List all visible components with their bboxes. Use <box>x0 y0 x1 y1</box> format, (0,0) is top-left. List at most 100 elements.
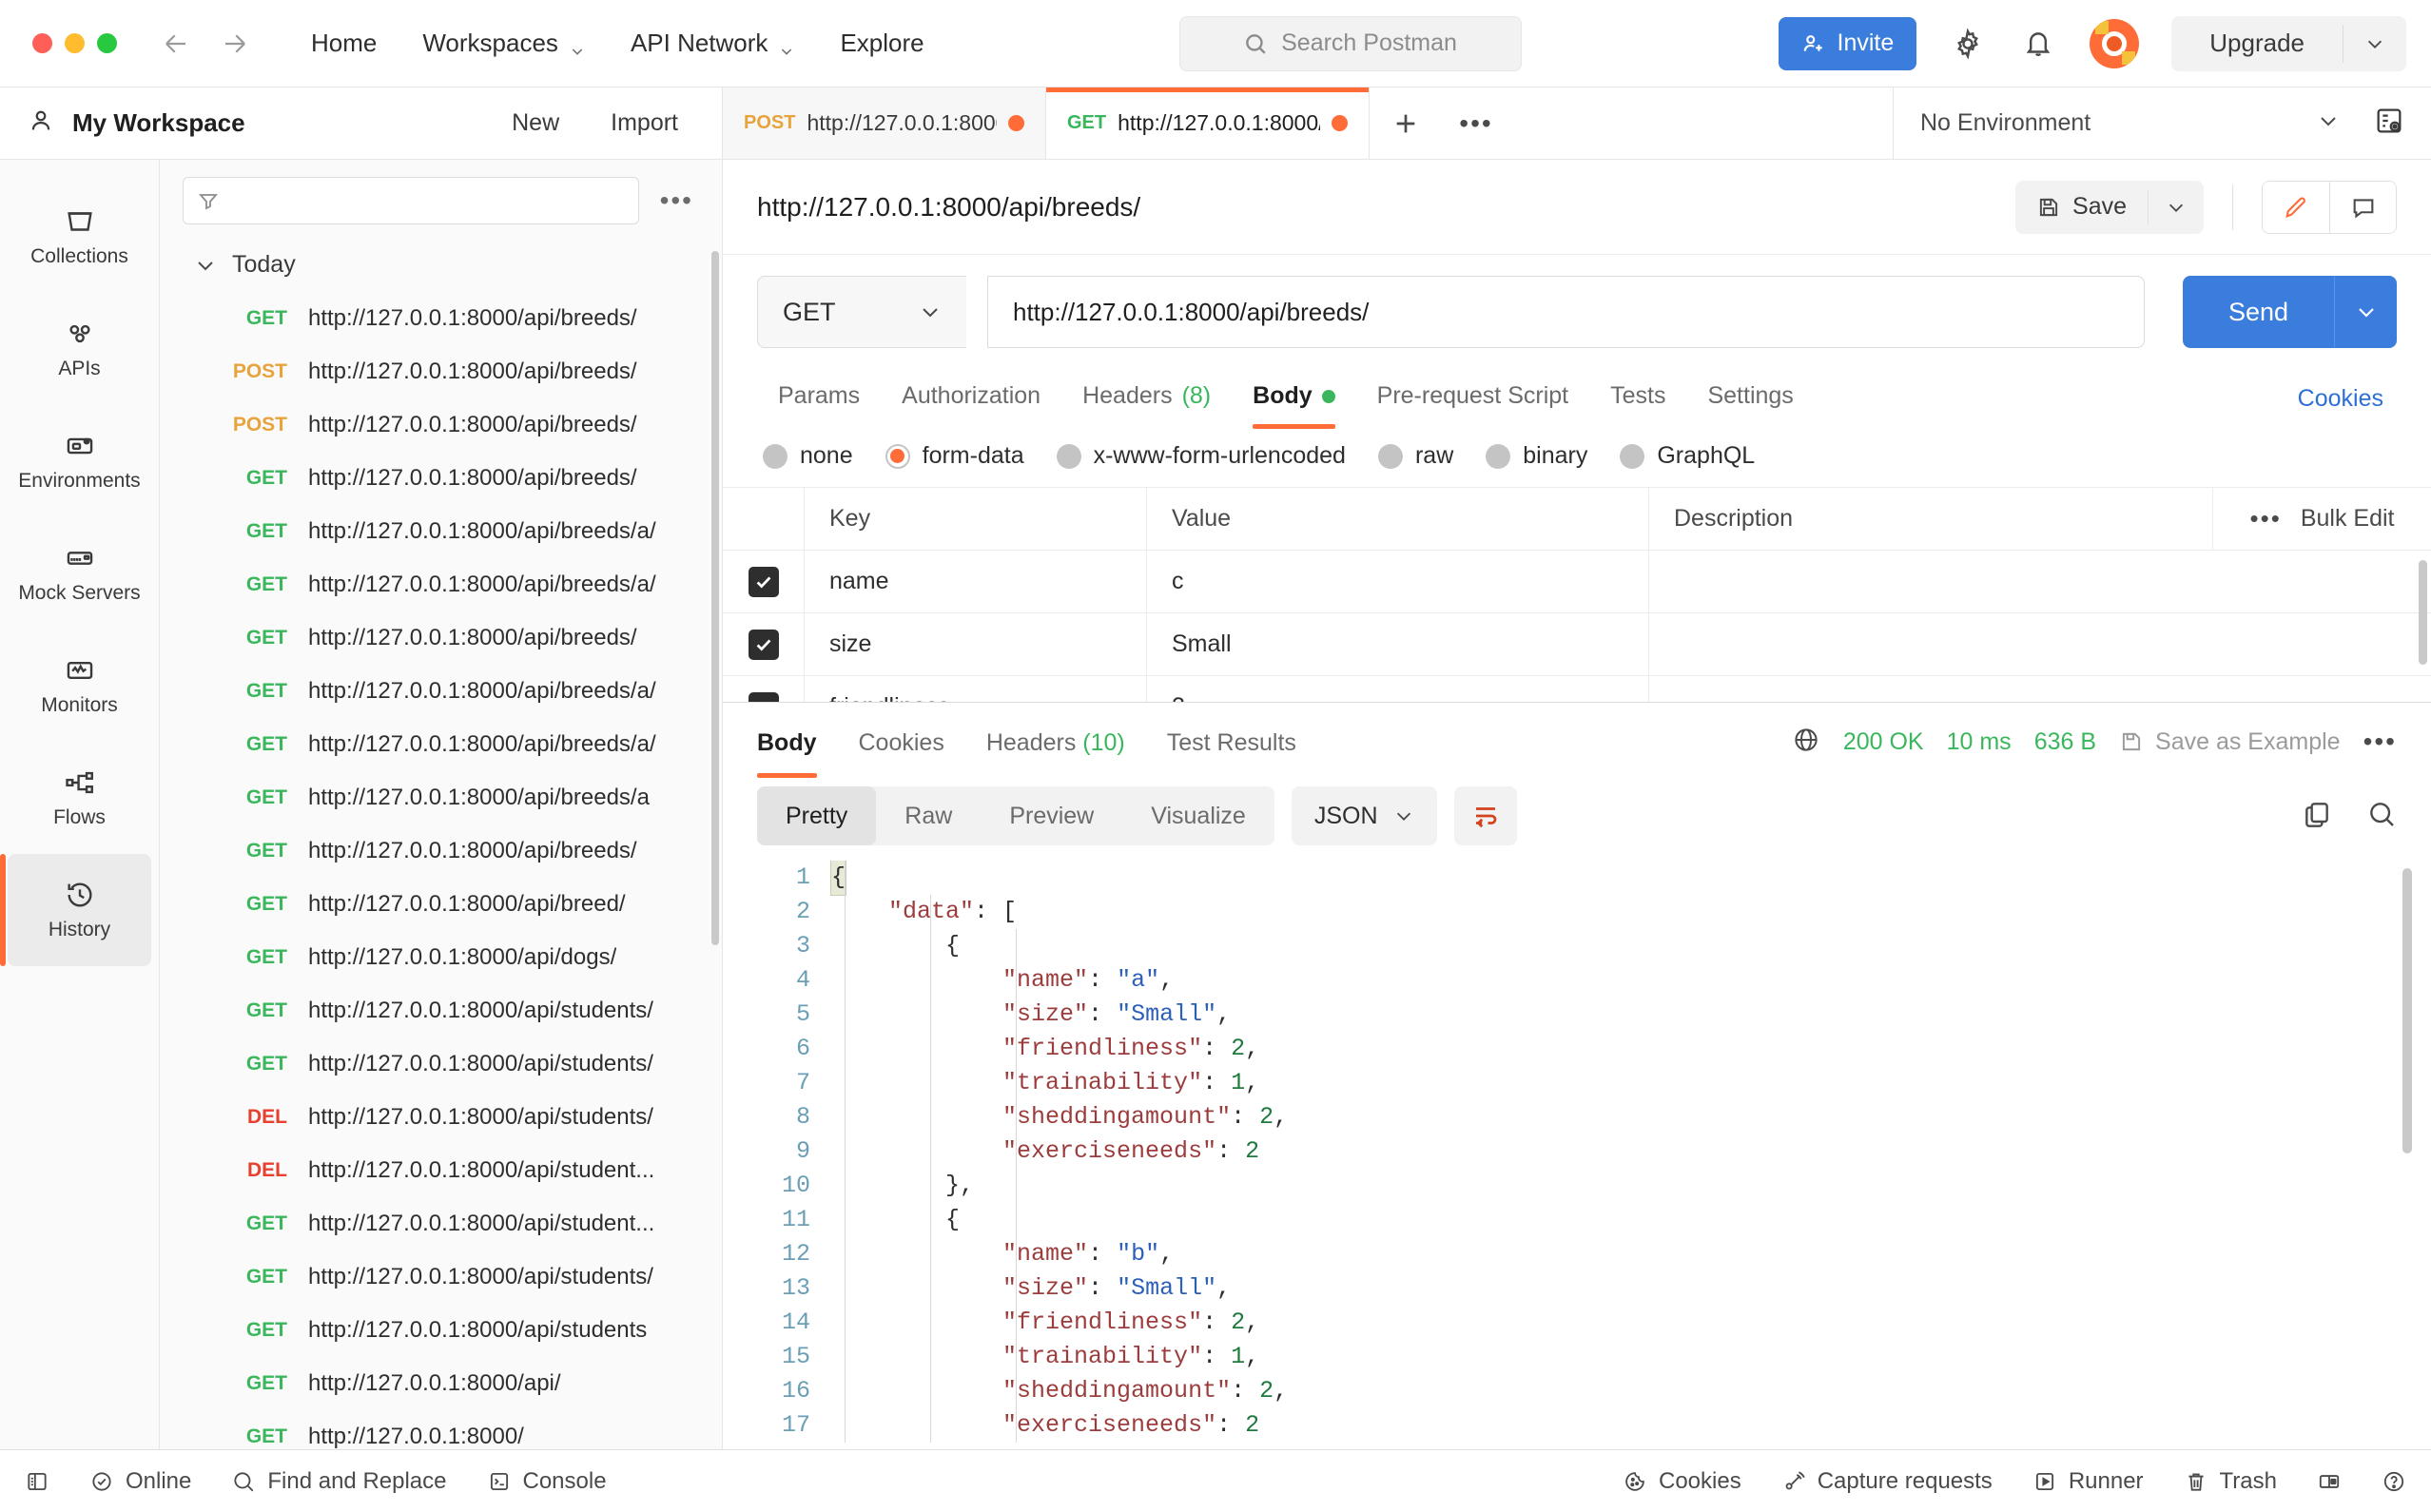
cookies-link[interactable]: Cookies <box>2298 385 2397 413</box>
cookies-button[interactable]: Cookies <box>1623 1468 1741 1495</box>
history-item[interactable]: GET http://127.0.0.1:8000/api/students/ <box>160 1037 722 1091</box>
sidebar-item-apis[interactable]: APIs <box>8 293 151 405</box>
table-scrollbar[interactable] <box>2419 560 2427 665</box>
sidebar-item-history[interactable]: History <box>0 854 151 966</box>
row-key[interactable]: name <box>805 551 1147 612</box>
row-description[interactable] <box>1649 551 2431 612</box>
body-type-binary[interactable]: binary <box>1486 442 1587 470</box>
row-value[interactable]: Small <box>1147 613 1649 675</box>
url-input[interactable]: http://127.0.0.1:8000/api/breeds/ <box>987 276 2145 348</box>
more-options-icon[interactable]: ••• <box>654 185 699 216</box>
help-icon[interactable] <box>2382 1469 2406 1494</box>
history-item[interactable]: POST http://127.0.0.1:8000/api/breeds/ <box>160 398 722 452</box>
more-options-icon[interactable]: ••• <box>1442 87 1510 159</box>
body-type-form-data[interactable]: form-data <box>885 442 1024 470</box>
online-status[interactable]: Online <box>89 1468 191 1495</box>
sidebar-item-mock-servers[interactable]: Mock Servers <box>8 517 151 630</box>
more-options-icon[interactable]: ••• <box>2250 504 2282 533</box>
row-value[interactable]: c <box>1147 551 1649 612</box>
history-item[interactable]: GET http://127.0.0.1:8000/api/breeds/ <box>160 292 722 345</box>
body-type-raw[interactable]: raw <box>1377 442 1453 470</box>
bell-icon[interactable] <box>2019 25 2057 63</box>
body-type-none[interactable]: none <box>763 442 853 470</box>
response-tab-test-results[interactable]: Test Results <box>1146 707 1317 778</box>
body-type-x-www-form-urlencoded[interactable]: x-www-form-urlencoded <box>1056 442 1346 470</box>
response-format-pretty[interactable]: Pretty <box>757 786 877 845</box>
response-format-visualize[interactable]: Visualize <box>1122 786 1274 845</box>
code-scrollbar[interactable] <box>2402 868 2412 1153</box>
forward-arrow-icon[interactable] <box>220 29 250 59</box>
trash-button[interactable]: Trash <box>2184 1468 2277 1495</box>
history-scrollbar[interactable] <box>711 251 719 945</box>
history-item[interactable]: GET http://127.0.0.1:8000/api/ <box>160 1357 722 1410</box>
tab-settings[interactable]: Settings <box>1686 369 1814 429</box>
sidebar-item-environments[interactable]: Environments <box>8 405 151 517</box>
wrap-lines-icon[interactable] <box>1453 786 1517 845</box>
history-item[interactable]: GET http://127.0.0.1:8000/api/students/ <box>160 984 722 1037</box>
sidebar-toggle-icon[interactable] <box>25 1469 49 1494</box>
upgrade-button[interactable]: Upgrade <box>2171 15 2406 71</box>
history-item[interactable]: GET http://127.0.0.1:8000/api/students/ <box>160 1250 722 1304</box>
menu-item-api-network[interactable]: API Network <box>608 15 818 72</box>
globe-icon[interactable] <box>1792 726 1820 759</box>
row-key[interactable]: friendliness <box>805 676 1147 702</box>
save-as-example-button[interactable]: Save as Example <box>2119 728 2341 756</box>
chevron-down-icon[interactable] <box>2343 33 2406 54</box>
response-body-code[interactable]: 1 2 3 4 5 6 7 8 9 10 11 12 13 14 15 16 17 { "data": [ { … <box>723 861 2431 1449</box>
back-arrow-icon[interactable] <box>161 29 191 59</box>
response-format-raw[interactable]: Raw <box>876 786 981 845</box>
code-content[interactable]: { "data": [ { "name": "a", "size": "Smal… <box>829 861 2431 1443</box>
import-button[interactable]: Import <box>593 109 695 137</box>
response-tab-body[interactable]: Body <box>757 707 838 778</box>
response-tab-headers[interactable]: Headers (10) <box>965 707 1146 778</box>
environment-quick-look-icon[interactable] <box>2374 106 2404 141</box>
environment-selector[interactable]: No Environment <box>1893 87 2431 159</box>
minimize-window-button[interactable] <box>65 33 85 53</box>
history-item[interactable]: GET http://127.0.0.1:8000/api/breeds/ <box>160 824 722 878</box>
comment-icon[interactable] <box>2329 181 2396 233</box>
tab-headers[interactable]: Headers (8) <box>1061 369 1232 429</box>
table-row[interactable]: name c <box>723 551 2431 613</box>
pencil-icon[interactable] <box>2263 181 2329 233</box>
checkbox[interactable] <box>748 629 779 660</box>
new-button[interactable]: New <box>495 109 576 137</box>
invite-button[interactable]: Invite <box>1778 16 1917 70</box>
bulk-edit-button[interactable]: Bulk Edit <box>2301 505 2395 533</box>
sidebar-item-monitors[interactable]: Monitors <box>8 630 151 742</box>
history-item[interactable]: DEL http://127.0.0.1:8000/api/student... <box>160 1144 722 1197</box>
table-row[interactable]: friendliness2 <box>723 676 2431 702</box>
runner-button[interactable]: Runner <box>2032 1468 2144 1495</box>
row-value[interactable]: 2 <box>1147 676 1649 702</box>
tab-tests[interactable]: Tests <box>1589 369 1686 429</box>
body-type-GraphQL[interactable]: GraphQL <box>1620 442 1755 470</box>
table-row[interactable]: size Small <box>723 613 2431 676</box>
tab-pre-request-script[interactable]: Pre-request Script <box>1356 369 1589 429</box>
history-item[interactable]: GET http://127.0.0.1:8000/api/student... <box>160 1197 722 1250</box>
response-format-preview[interactable]: Preview <box>981 786 1122 845</box>
search-input[interactable]: Search Postman <box>1178 15 1522 71</box>
more-options-icon[interactable]: ••• <box>2363 727 2397 757</box>
history-filter-input[interactable] <box>183 177 639 224</box>
avatar[interactable] <box>2090 18 2140 68</box>
response-tab-cookies[interactable]: Cookies <box>838 707 965 778</box>
search-icon[interactable] <box>2366 799 2397 834</box>
row-description[interactable] <box>1649 676 2431 702</box>
tab-params[interactable]: Params <box>757 369 881 429</box>
history-item[interactable]: GET http://127.0.0.1:8000/api/breeds/a/ <box>160 718 722 771</box>
request-tab-post[interactable]: POST http://127.0.0.1:8000/a <box>723 87 1046 159</box>
history-item[interactable]: DEL http://127.0.0.1:8000/api/students/ <box>160 1091 722 1144</box>
history-item[interactable]: GET http://127.0.0.1:8000/ <box>160 1410 722 1449</box>
history-item[interactable]: GET http://127.0.0.1:8000/api/breeds/ <box>160 611 722 665</box>
checkbox[interactable] <box>748 566 779 597</box>
checkbox[interactable] <box>748 691 779 702</box>
history-item[interactable]: GET http://127.0.0.1:8000/api/students <box>160 1304 722 1357</box>
tab-body[interactable]: Body <box>1232 369 1356 429</box>
history-item[interactable]: POST http://127.0.0.1:8000/api/breeds/ <box>160 345 722 398</box>
save-button[interactable]: Save <box>2015 193 2148 221</box>
history-item[interactable]: GET http://127.0.0.1:8000/api/breeds/a/ <box>160 558 722 611</box>
menu-item-workspaces[interactable]: Workspaces <box>399 15 608 72</box>
history-item[interactable]: GET http://127.0.0.1:8000/api/breeds/a/ <box>160 505 722 558</box>
menu-item-home[interactable]: Home <box>288 15 399 72</box>
row-description[interactable] <box>1649 613 2431 675</box>
find-and-replace-button[interactable]: Find and Replace <box>231 1468 447 1495</box>
